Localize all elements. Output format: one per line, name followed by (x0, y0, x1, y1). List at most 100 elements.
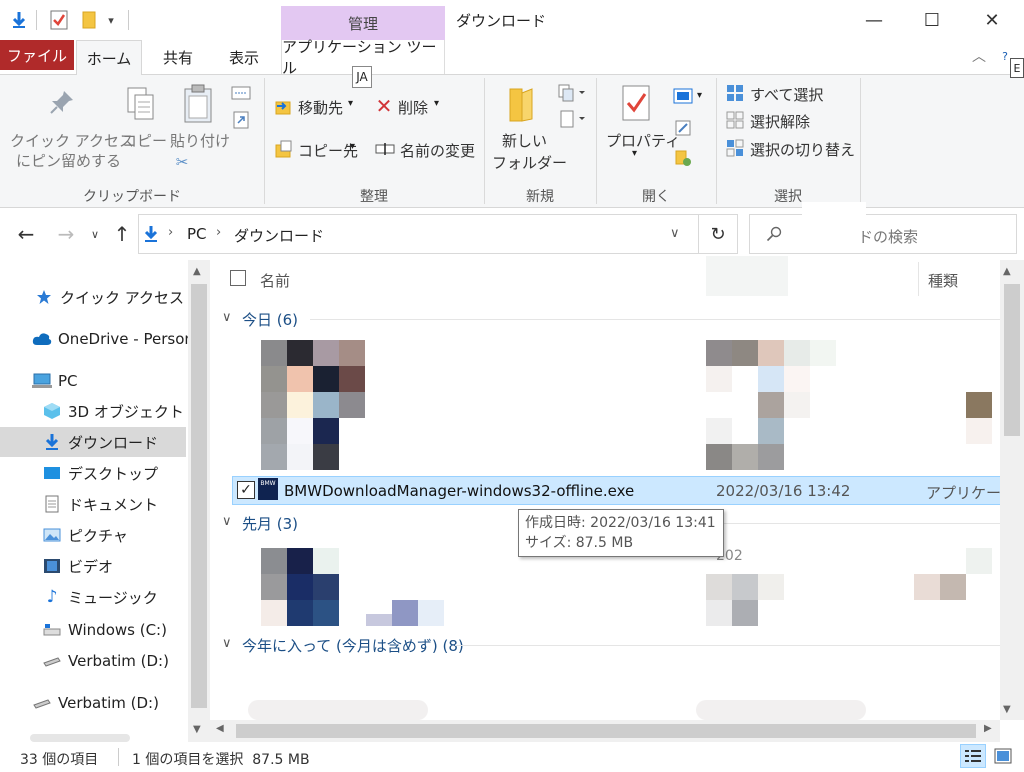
refresh-icon[interactable]: ↻ (706, 222, 730, 246)
sidebar-item-verbatim-d-root[interactable]: Verbatim (D:) (0, 688, 188, 718)
folder-icon[interactable] (78, 8, 100, 32)
new-item-icon[interactable] (556, 82, 586, 104)
invert-selection-button[interactable]: 選択の切り替え (750, 139, 855, 160)
sidebar-item-3d-objects[interactable]: 3D オブジェクト (0, 396, 188, 426)
copy-to-button[interactable]: コピー先 (298, 140, 358, 161)
tab-home[interactable]: ホーム (76, 40, 142, 75)
desktop-icon (42, 464, 62, 482)
sidebar-item-music[interactable]: ♪ ミュージック (0, 582, 188, 612)
group-collapse-chevron-icon[interactable]: ∨ (222, 310, 232, 325)
group-header-this-year[interactable]: 今年に入って (今月は含めず) (8) (242, 635, 464, 656)
customize-dropdown-icon[interactable]: ▾ (100, 8, 122, 32)
sidebar-item-verbatim-d[interactable]: Verbatim (D:) (0, 646, 188, 676)
new-folder-label-1[interactable]: 新しい (502, 130, 547, 151)
properties-check-icon[interactable] (48, 8, 70, 32)
recent-locations-icon[interactable]: ∨ (88, 224, 102, 244)
manage-tab[interactable]: 管理 (281, 6, 445, 40)
sidebar-item-downloads[interactable]: ダウンロード (0, 427, 186, 457)
sidebar-item-videos[interactable]: ビデオ (0, 551, 188, 581)
move-to-icon (274, 96, 294, 116)
address-history-chevron-icon[interactable]: ∨ (670, 226, 680, 241)
group-header-last-month[interactable]: 先月 (3) (242, 513, 298, 534)
pixelated-thumbnail (248, 700, 428, 720)
properties-button[interactable]: プロパティ (606, 130, 680, 151)
breadcrumb-pc[interactable]: PC (187, 225, 207, 243)
new-folder-label-2[interactable]: フォルダー (492, 152, 567, 173)
breadcrumb-downloads[interactable]: ダウンロード (234, 225, 324, 246)
sidebar-item-label: Verbatim (D:) (58, 694, 159, 712)
vertical-scroll-thumb[interactable] (1004, 284, 1020, 436)
breadcrumb-chevron-icon[interactable]: › (216, 225, 221, 240)
up-arrow-icon[interactable]: ↑ (110, 222, 134, 246)
pixelated-thumbnail (287, 366, 313, 392)
tab-share[interactable]: 共有 (148, 40, 208, 74)
nav-scroll-up-icon[interactable]: ▲ (193, 266, 201, 277)
copy-to-dropdown-icon[interactable]: ▾ (350, 141, 355, 152)
sidebar-item-onedrive[interactable]: OneDrive - Persona (0, 324, 188, 354)
details-view-icon[interactable] (960, 744, 986, 768)
move-to-dropdown-icon[interactable]: ▾ (348, 98, 353, 109)
sidebar-item-documents[interactable]: ドキュメント (0, 489, 188, 519)
sidebar-item-pictures[interactable]: ピクチャ (0, 520, 188, 550)
nav-scroll-thumb[interactable] (191, 284, 207, 708)
rename-icon (374, 139, 396, 159)
collapse-ribbon-icon[interactable]: ︿ (972, 46, 986, 66)
sidebar-item-windows-c[interactable]: Windows (C:) (0, 615, 188, 645)
forward-arrow-icon[interactable]: → (54, 222, 78, 246)
open-dropdown-icon[interactable]: ▾ (697, 90, 702, 101)
column-header-name[interactable]: 名前 (260, 270, 290, 291)
large-icons-view-icon[interactable] (990, 744, 1016, 768)
pin-quick-access-label-2[interactable]: にピン留めする (16, 150, 121, 171)
delete-button[interactable]: 削除 (398, 97, 428, 118)
copy-path-icon[interactable] (230, 84, 252, 102)
sidebar-item-desktop[interactable]: デスクトップ (0, 458, 188, 488)
close-button[interactable]: ✕ (962, 0, 1022, 40)
pin-quick-access-label-1[interactable]: クイック アクセス (10, 130, 134, 151)
back-arrow-icon[interactable]: ← (14, 222, 38, 246)
column-divider[interactable] (918, 262, 919, 296)
paste-button[interactable]: 貼り付け (170, 130, 230, 151)
scroll-right-icon[interactable]: ▶ (984, 723, 992, 734)
open-icon[interactable] (672, 86, 694, 106)
history-icon[interactable] (672, 148, 694, 168)
scroll-left-icon[interactable]: ◀ (216, 723, 224, 734)
properties-dropdown-icon[interactable]: ▾ (632, 148, 637, 159)
edit-icon[interactable] (672, 118, 694, 138)
tab-file[interactable]: ファイル (0, 40, 74, 70)
group-collapse-chevron-icon[interactable]: ∨ (222, 636, 232, 651)
breadcrumb-chevron-icon[interactable]: › (168, 225, 173, 240)
select-all-checkbox[interactable] (230, 270, 246, 286)
delete-dropdown-icon[interactable]: ▾ (434, 98, 439, 109)
paste-shortcut-icon[interactable] (232, 110, 250, 130)
easy-access-icon[interactable] (556, 108, 586, 130)
group-header-today[interactable]: 今日 (6) (242, 309, 298, 330)
ime-indicator: JA (352, 66, 372, 88)
select-none-icon (725, 111, 745, 129)
pixelated-thumbnail (914, 574, 940, 600)
address-bar[interactable] (138, 214, 738, 254)
select-all-button[interactable]: すべて選択 (750, 84, 823, 105)
column-header-type[interactable]: 種類 (928, 270, 958, 291)
file-name[interactable]: BMWDownloadManager-windows32-offline.exe (284, 482, 634, 500)
pixelated-thumbnail (706, 340, 732, 366)
select-none-button[interactable]: 選択解除 (750, 111, 810, 132)
group-collapse-chevron-icon[interactable]: ∨ (222, 514, 232, 529)
pixelated-thumbnail (732, 600, 758, 626)
drive-icon (42, 621, 62, 639)
sidebar-item-quick-access[interactable]: クイック アクセス (0, 282, 188, 312)
scroll-up-icon[interactable]: ▲ (1003, 266, 1011, 277)
download-arrow-icon[interactable] (8, 8, 30, 32)
tab-view[interactable]: 表示 (214, 40, 274, 74)
copy-button[interactable]: コピー (122, 130, 167, 151)
pixelated-thumbnail (261, 366, 287, 392)
nav-scroll-down-icon[interactable]: ▼ (193, 724, 201, 735)
minimize-button[interactable]: — (844, 0, 904, 40)
rename-button[interactable]: 名前の変更 (400, 140, 475, 161)
scroll-down-icon[interactable]: ▼ (1003, 704, 1011, 715)
cut-icon[interactable]: ✂ (174, 152, 190, 172)
move-to-button[interactable]: 移動先 (298, 97, 343, 118)
sidebar-item-pc[interactable]: PC (0, 366, 188, 396)
maximize-button[interactable]: ☐ (902, 0, 962, 40)
row-checkbox-checked[interactable]: ✓ (237, 481, 255, 499)
horizontal-scroll-thumb[interactable] (236, 724, 976, 738)
